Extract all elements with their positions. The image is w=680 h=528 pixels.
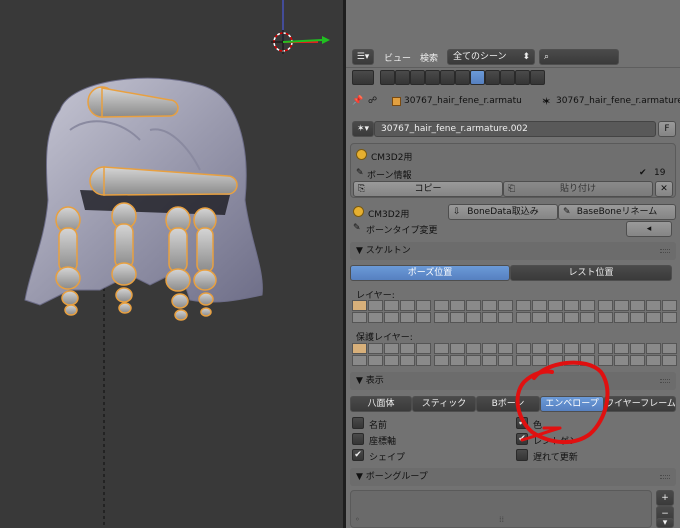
red-circle-annotation [515, 360, 610, 445]
viewport-canvas[interactable] [0, 0, 343, 528]
3d-viewport[interactable] [0, 0, 343, 528]
red-annotation-overlay [515, 360, 610, 445]
properties-panel: ☰▾ ビュー 検索 全てのシーン ⬍ ⌕ 📌 ☍ 30767_hair_fene… [346, 0, 680, 528]
